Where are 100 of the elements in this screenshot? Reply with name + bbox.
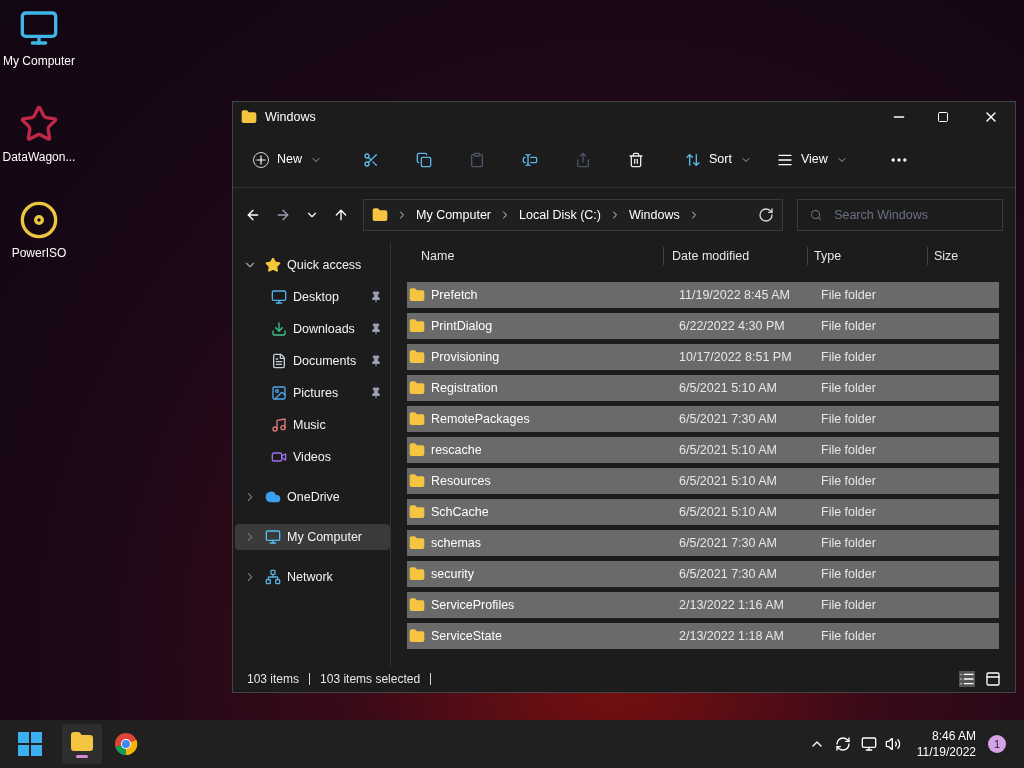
view-button[interactable]: View [776,150,848,169]
breadcrumb[interactable]: Windows [629,205,680,225]
disc-icon[interactable] [19,200,59,240]
desktop-icon-label[interactable]: My Computer [3,52,75,70]
nav-label: My Computer [287,528,364,546]
downloads-icon [271,321,287,337]
folder-icon [241,109,257,125]
copy-icon[interactable] [416,151,432,168]
search-input[interactable]: Search Windows [834,205,990,225]
videos-icon [271,449,287,465]
folder-icon [409,442,425,458]
pin-icon[interactable] [370,355,382,367]
browser-icon[interactable] [114,732,138,756]
maximize-icon[interactable] [937,111,949,123]
file-row[interactable]: PrintDialog 6/22/2022 4:30 PM File folder [407,313,999,339]
nav-item[interactable]: OneDrive [235,484,390,510]
computer-icon[interactable] [19,8,59,48]
nav-item[interactable]: Videos [235,444,390,470]
selected-count: 103 items selected [320,671,421,688]
date-modified: 6/5/2021 7:30 AM [678,410,778,428]
file-type: File folder [820,317,876,335]
file-explorer-taskbar-button[interactable] [62,724,102,764]
nav-item[interactable]: Music [235,412,390,438]
file-type: File folder [820,441,876,459]
new-button[interactable]: New [253,150,322,169]
pin-icon[interactable] [370,291,382,303]
folder-icon [409,566,425,582]
nav-item[interactable]: Network [235,564,390,590]
file-row[interactable]: Registration 6/5/2021 5:10 AM File folder [407,375,999,401]
forward-arrow-icon[interactable] [275,207,291,223]
file-name: Prefetch [431,286,479,304]
file-name: Resources [431,472,492,490]
sync-icon[interactable] [834,736,851,752]
file-row[interactable]: ServiceState 2/13/2022 1:18 AM File folder [407,623,999,649]
refresh-icon[interactable] [758,207,774,223]
file-name: security [431,565,476,583]
file-type: File folder [820,379,876,397]
file-row[interactable]: security 6/5/2021 7:30 AM File folder [407,561,999,587]
nav-label: Downloads [293,320,356,338]
file-row[interactable]: schemas 6/5/2021 7:30 AM File folder [407,530,999,556]
folder-icon [409,597,425,613]
file-row[interactable]: rescache 6/5/2021 5:10 AM File folder [407,437,999,463]
folder-icon [409,318,425,334]
folder-icon [409,628,425,644]
computer-icon [265,529,281,545]
nav-item[interactable]: Downloads [235,316,390,342]
nav-label: Pictures [293,384,340,402]
desktop-icon-label[interactable]: PowerISO [11,244,67,262]
file-name: SchCache [431,503,490,521]
nav-item[interactable]: Desktop [235,284,390,310]
file-row[interactable]: ServiceProfiles 2/13/2022 1:16 AM File folder [407,592,999,618]
rename-icon[interactable] [522,151,538,168]
column-header[interactable]: Date modified [663,246,807,266]
address-bar[interactable]: My Computer Local Disk (C:) Windows [363,199,783,231]
file-row[interactable]: RemotePackages 6/5/2021 7:30 AM File folder [407,406,999,432]
details-view-icon[interactable] [959,671,975,687]
sort-button[interactable]: Sort [685,150,752,169]
file-row[interactable]: Resources 6/5/2021 5:10 AM File folder [407,468,999,494]
volume-icon[interactable] [884,736,901,752]
breadcrumb[interactable]: My Computer [416,205,492,225]
nav-item[interactable]: Pictures [235,380,390,406]
pin-icon[interactable] [370,323,382,335]
file-row[interactable]: SchCache 6/5/2021 5:10 AM File folder [407,499,999,525]
nav-item[interactable]: Quick access [235,252,390,278]
search-field[interactable]: Search Windows [797,199,1003,231]
file-type: File folder [820,596,876,614]
date-modified: 2/13/2022 1:18 AM [678,627,785,645]
file-row[interactable]: Provisioning 10/17/2022 8:51 PM File folder [407,344,999,370]
folder-icon [409,504,425,520]
folder-icon [372,207,388,223]
column-header[interactable]: Size [927,246,959,266]
star-icon[interactable] [19,104,59,144]
file-name: ServiceProfiles [431,596,516,614]
nav-item[interactable]: My Computer [235,524,390,550]
nav-item[interactable]: Documents [235,348,390,374]
cut-icon[interactable] [363,151,379,168]
file-name: rescache [431,441,483,459]
file-type: File folder [820,286,876,304]
folder-icon [409,535,425,551]
notification-badge[interactable]: 1 [988,735,1006,753]
column-header[interactable]: Type [807,246,927,266]
file-row[interactable]: Prefetch 11/19/2022 8:45 AM File folder [407,282,999,308]
back-arrow-icon[interactable] [245,207,261,223]
date-modified: 6/5/2021 5:10 AM [678,379,778,397]
pin-icon[interactable] [370,387,382,399]
file-type: File folder [820,472,876,490]
breadcrumb[interactable]: Local Disk (C:) [519,205,601,225]
file-type: File folder [820,348,876,366]
column-header[interactable]: Name [407,246,663,266]
nav-label: Videos [293,448,332,466]
nav-label: Desktop [293,288,340,306]
file-name: Provisioning [431,348,501,366]
folder-icon [409,349,425,365]
clock[interactable]: 8:46 AM 11/19/2022 [916,728,976,760]
start-icon[interactable] [18,732,42,756]
desktop-icon-label[interactable]: DataWagon... [2,148,76,166]
nav-label: Documents [293,352,358,370]
tiles-view-icon[interactable] [985,671,1001,687]
delete-icon[interactable] [628,151,644,168]
date-modified: 6/5/2021 5:10 AM [678,472,778,490]
